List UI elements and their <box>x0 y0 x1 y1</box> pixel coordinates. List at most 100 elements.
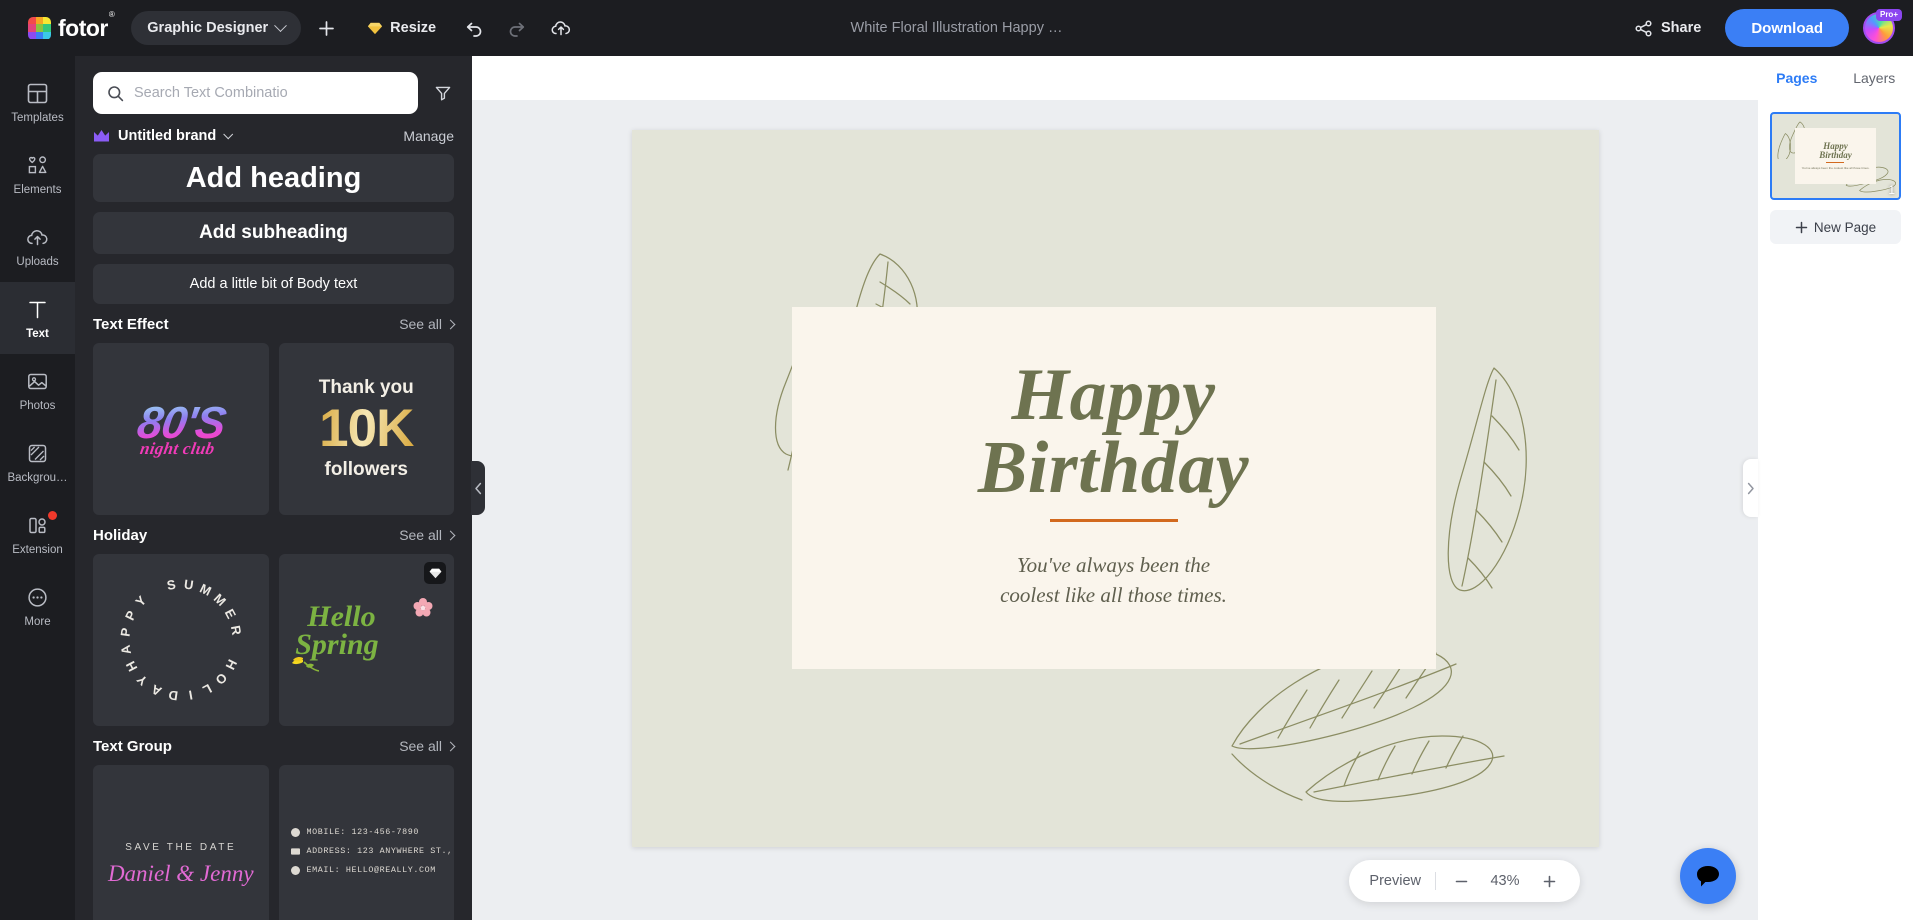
see-all-text-group[interactable]: See all <box>399 738 456 754</box>
cherry-blossom-icon <box>413 598 433 617</box>
card-art: Hello Spring <box>291 594 441 686</box>
see-all-holiday[interactable]: See all <box>399 527 456 543</box>
template-card-hello-spring[interactable]: Hello Spring <box>278 554 454 726</box>
page-thumbnail[interactable]: Happy Birthday You've always been the co… <box>1770 112 1901 200</box>
share-button[interactable]: Share <box>1624 11 1711 45</box>
section-title: Holiday <box>93 527 148 544</box>
tab-pages[interactable]: Pages <box>1758 56 1836 100</box>
circular-text-char: A <box>148 681 164 700</box>
upload-button[interactable] <box>542 9 580 47</box>
plus-icon <box>1543 875 1555 887</box>
chevron-right-icon <box>445 530 456 540</box>
download-button[interactable]: Download <box>1725 9 1849 47</box>
logo-wordmark: fotor® <box>58 10 115 42</box>
section-title: Text Group <box>93 738 172 755</box>
phone-icon <box>290 827 300 837</box>
template-card-save-the-date[interactable]: SAVE THE DATE Daniel & Jenny <box>93 765 269 920</box>
filter-button[interactable] <box>432 82 454 104</box>
subtext-line-1[interactable]: You've always been the <box>792 550 1436 580</box>
plus-icon <box>1795 221 1808 233</box>
new-page-button[interactable]: New Page <box>1770 210 1901 244</box>
chat-support-button[interactable] <box>1680 848 1736 904</box>
sidebar-item-extension[interactable]: Extension <box>0 498 75 570</box>
panel-content[interactable]: Add heading Add subheading Add a little … <box>75 154 472 920</box>
sidebar-item-label: More <box>24 615 51 628</box>
pro-badge: Pro+ <box>1875 9 1902 21</box>
zoom-in-button[interactable] <box>1538 870 1560 892</box>
add-body-text-button[interactable]: Add a little bit of Body text <box>93 264 454 304</box>
subtext-line-2[interactable]: coolest like all those times. <box>792 580 1436 610</box>
sidebar-item-text[interactable]: Text <box>0 282 75 354</box>
search-input[interactable] <box>134 85 404 101</box>
notification-dot <box>48 511 57 520</box>
avatar[interactable]: Pro+ <box>1863 9 1902 44</box>
see-all-text-effect[interactable]: See all <box>399 316 456 332</box>
template-card-contact-info[interactable]: MOBILE: 123-456-7890 ADDRESS: 123 ANYWHE… <box>278 765 455 920</box>
redo-button[interactable] <box>498 9 536 47</box>
preview-button[interactable]: Preview <box>1369 873 1421 889</box>
heading-line-2[interactable]: Birthday <box>792 431 1436 505</box>
sidebar-item-templates[interactable]: Templates <box>0 66 75 138</box>
resize-button[interactable]: Resize <box>355 11 448 45</box>
sidebar-item-label: Extension <box>12 543 63 556</box>
zoom-toolbar: Preview 43% <box>1349 860 1580 902</box>
section-header-text-effect: Text Effect See all <box>93 316 456 333</box>
text-effect-grid: 80'S night club Thank you 10K followers <box>93 343 454 515</box>
sidebar-item-photos[interactable]: Photos <box>0 354 75 426</box>
sidebar-item-label: Templates <box>11 111 64 124</box>
circular-text-char: M <box>210 590 229 609</box>
manage-link[interactable]: Manage <box>403 128 454 144</box>
templates-icon <box>26 81 49 107</box>
redo-icon <box>509 22 524 37</box>
collapse-panel-button[interactable] <box>471 461 485 515</box>
more-icon <box>26 585 49 611</box>
card-art: Thank you 10K followers <box>319 377 415 481</box>
background-icon <box>26 441 49 467</box>
undo-button[interactable] <box>454 9 492 47</box>
card-title-line1: 80'S <box>134 396 230 448</box>
see-all-label: See all <box>399 527 442 543</box>
contact-text: ADDRESS: 123 ANYWHERE ST., ANY CITY <box>306 846 455 856</box>
artboard[interactable]: Happy Birthday You've always been the co… <box>631 129 1599 847</box>
zoom-out-button[interactable] <box>1450 870 1472 892</box>
mode-selector[interactable]: Graphic Designer <box>131 11 302 45</box>
sidebar-item-more[interactable]: More <box>0 570 75 642</box>
sidebar-item-uploads[interactable]: Uploads <box>0 210 75 282</box>
mode-selector-label: Graphic Designer <box>147 20 269 36</box>
circular-text-char: L <box>200 680 215 698</box>
add-subheading-button[interactable]: Add subheading <box>93 212 454 254</box>
design-card[interactable]: Happy Birthday You've always been the co… <box>791 306 1436 669</box>
sidebar-item-label: Text <box>26 327 49 340</box>
search-box[interactable] <box>93 72 418 114</box>
sidebar-item-label: Elements <box>13 183 62 196</box>
circular-text-char: I <box>187 687 194 703</box>
brand-selector[interactable]: Untitled brand <box>93 128 234 144</box>
sidebar-item-background[interactable]: Backgrou… <box>0 426 75 498</box>
add-page-button[interactable] <box>307 9 345 47</box>
card-art-circular-text: HAPPYSUMMERHOLIDAY <box>115 574 247 706</box>
expand-right-panel-button[interactable] <box>1743 459 1758 517</box>
zoom-level[interactable]: 43% <box>1486 873 1524 889</box>
chat-bubble-icon <box>1697 866 1719 887</box>
fotor-logo[interactable]: fotor® <box>28 10 115 42</box>
contact-line-email: EMAIL: HELLO@REALLY.COM <box>290 865 443 875</box>
circular-text-char: E <box>221 606 239 622</box>
page-thumbnail-card: Happy Birthday You've always been the co… <box>1794 128 1877 184</box>
template-card-10k[interactable]: Thank you 10K followers <box>278 343 454 515</box>
undo-icon <box>466 22 481 37</box>
design-card-text: Happy Birthday You've always been the co… <box>792 357 1436 611</box>
canvas-area[interactable]: Happy Birthday You've always been the co… <box>472 56 1758 920</box>
circular-text-char: M <box>197 580 214 599</box>
holiday-grid: HAPPYSUMMERHOLIDAY Hello Spring <box>93 554 454 726</box>
add-heading-button[interactable]: Add heading <box>93 154 454 202</box>
heading-line-1[interactable]: Happy <box>792 357 1436 432</box>
template-card-summer-holiday[interactable]: HAPPYSUMMERHOLIDAY <box>93 554 269 726</box>
tab-layers[interactable]: Layers <box>1835 56 1913 100</box>
circular-text-char: S <box>165 576 177 593</box>
sidebar-item-elements[interactable]: Elements <box>0 138 75 210</box>
template-card-80s[interactable]: 80'S night club <box>93 343 269 515</box>
gem-icon <box>429 568 441 578</box>
document-title-text[interactable]: White Floral Illustration Happy … <box>851 20 1063 36</box>
page-number-badge: 1 <box>1888 183 1895 197</box>
card-title-line3: followers <box>324 459 408 481</box>
